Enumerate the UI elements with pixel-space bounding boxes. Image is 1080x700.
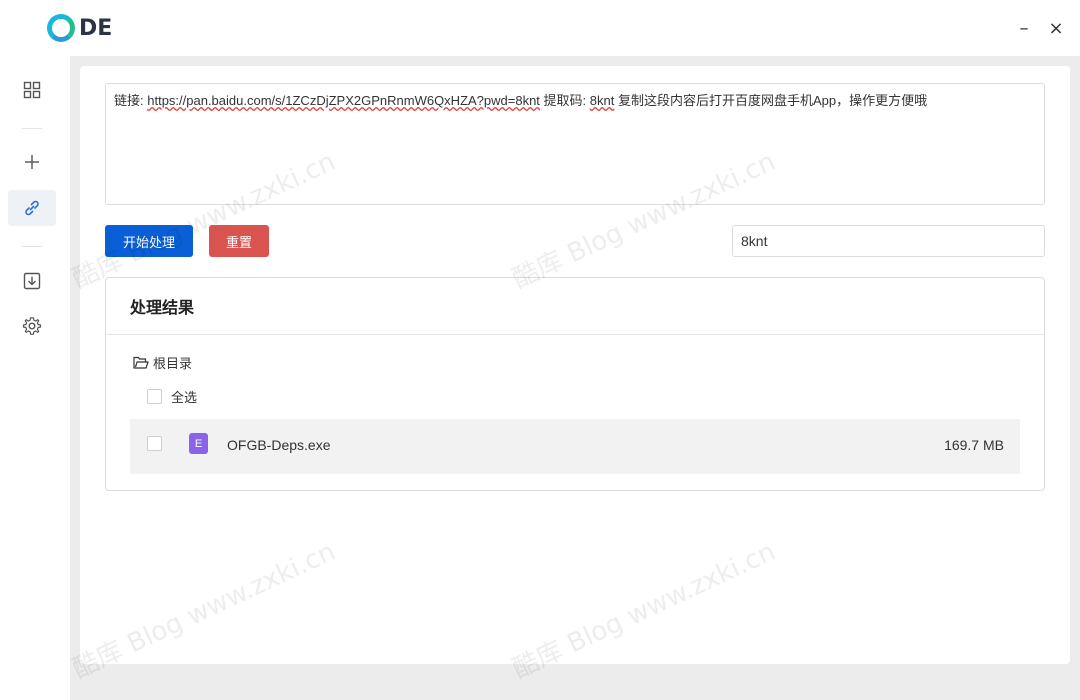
sidebar-item-link[interactable] [8,190,56,226]
select-all-label: 全选 [171,391,198,406]
sidebar-item-settings[interactable] [8,308,56,344]
sidebar-divider [22,128,42,129]
app-logo: DE [47,14,112,42]
plus-icon [25,155,39,169]
select-all[interactable]: 全选 [147,387,197,406]
download-icon [23,272,41,290]
sidebar-item-dashboard[interactable] [8,72,56,108]
exe-file-icon: E [189,433,208,454]
file-size: 169.7 MB [944,437,1004,453]
folder-open-icon [133,356,149,369]
link-prefix: 链接: [114,93,148,108]
extract-code-input[interactable] [732,225,1045,257]
link-icon [25,200,39,216]
minimize-button[interactable]: – [1012,16,1036,40]
link-code-label: 提取码: [539,93,590,108]
file-row[interactable]: E OFGB-Deps.exe 169.7 MB [130,419,1020,474]
sidebar-item-add[interactable] [8,144,56,180]
start-process-button[interactable]: 开始处理 [105,225,193,257]
grid-icon [23,81,41,99]
link-suffix: 复制这段内容后打开百度网盘手机App，操作更方便哦 [614,93,928,108]
logo-text: DE [79,15,113,41]
sidebar-item-downloads[interactable] [8,263,56,299]
logo-ring-icon [47,14,75,42]
close-button[interactable]: × [1044,16,1068,40]
sidebar-divider [22,246,42,247]
sidebar [0,56,70,700]
result-title: 处理结果 [106,278,1044,335]
reset-button[interactable]: 重置 [209,225,269,257]
file-name: OFGB-Deps.exe [227,437,331,453]
link-url: https://pan.baidu.com/s/1ZCzDjZPX2GPnRnm… [147,93,540,108]
gear-icon [22,317,42,335]
tree-root[interactable]: 根目录 [133,353,192,372]
file-checkbox[interactable] [147,436,162,451]
title-bar: DE – × [0,0,1080,56]
select-all-checkbox[interactable] [147,389,162,404]
result-card: 处理结果 根目录 全选 E OFGB-Deps.exe 169.7 MB [105,277,1045,491]
link-code: 8knt [589,93,615,108]
share-link-textarea[interactable]: 链接: https://pan.baidu.com/s/1ZCzDjZPX2GP… [105,83,1045,205]
tree-root-label: 根目录 [153,357,193,372]
